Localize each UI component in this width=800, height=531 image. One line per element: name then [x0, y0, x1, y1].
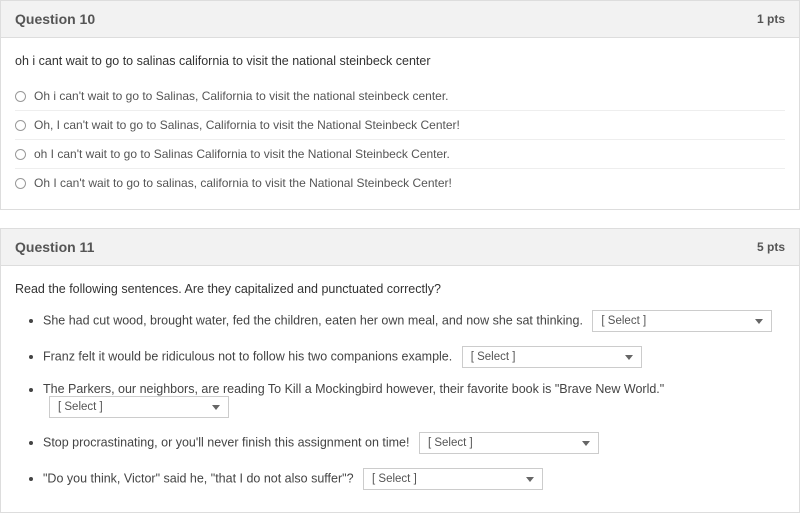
- radio-icon[interactable]: [15, 120, 26, 131]
- option-label: Oh, I can't wait to go to Salinas, Calif…: [34, 118, 460, 132]
- list-item: She had cut wood, brought water, fed the…: [43, 310, 785, 332]
- question-10-title: Question 10: [15, 11, 95, 27]
- question-11-prompt: Read the following sentences. Are they c…: [15, 282, 785, 296]
- option-label: oh I can't wait to go to Salinas Califor…: [34, 147, 450, 161]
- sentence-text: Franz felt it would be ridiculous not to…: [43, 349, 452, 363]
- option-row[interactable]: oh I can't wait to go to Salinas Califor…: [15, 140, 785, 169]
- question-10-header: Question 10 1 pts: [1, 1, 799, 38]
- option-label: Oh i can't wait to go to Salinas, Califo…: [34, 89, 449, 103]
- question-11-title: Question 11: [15, 239, 94, 255]
- option-row[interactable]: Oh, I can't wait to go to Salinas, Calif…: [15, 111, 785, 140]
- list-item: "Do you think, Victor" said he, "that I …: [43, 468, 785, 490]
- option-label: Oh I can't wait to go to salinas, califo…: [34, 176, 452, 190]
- question-11-body: Read the following sentences. Are they c…: [1, 266, 799, 512]
- sentence-text: She had cut wood, brought water, fed the…: [43, 313, 583, 327]
- question-11-points: 5 pts: [757, 240, 785, 254]
- question-10-options: Oh i can't wait to go to Salinas, Califo…: [15, 82, 785, 197]
- question-10-points: 1 pts: [757, 12, 785, 26]
- option-row[interactable]: Oh I can't wait to go to salinas, califo…: [15, 169, 785, 197]
- question-11-card: Question 11 5 pts Read the following sen…: [0, 228, 800, 513]
- select-dropdown[interactable]: [ Select ]: [462, 346, 642, 368]
- sentence-text: Stop procrastinating, or you'll never fi…: [43, 435, 409, 449]
- sentence-text: "Do you think, Victor" said he, "that I …: [43, 471, 354, 485]
- list-item: The Parkers, our neighbors, are reading …: [43, 382, 785, 418]
- question-10-body: oh i cant wait to go to salinas californ…: [1, 38, 799, 209]
- sentence-text: The Parkers, our neighbors, are reading …: [43, 382, 664, 396]
- question-10-card: Question 10 1 pts oh i cant wait to go t…: [0, 0, 800, 210]
- select-dropdown[interactable]: [ Select ]: [592, 310, 772, 332]
- select-dropdown[interactable]: [ Select ]: [419, 432, 599, 454]
- radio-icon[interactable]: [15, 178, 26, 189]
- list-item: Stop procrastinating, or you'll never fi…: [43, 432, 785, 454]
- question-11-items: She had cut wood, brought water, fed the…: [15, 310, 785, 490]
- question-10-prompt: oh i cant wait to go to salinas californ…: [15, 54, 785, 68]
- select-dropdown[interactable]: [ Select ]: [49, 396, 229, 418]
- option-row[interactable]: Oh i can't wait to go to Salinas, Califo…: [15, 82, 785, 111]
- list-item: Franz felt it would be ridiculous not to…: [43, 346, 785, 368]
- select-dropdown[interactable]: [ Select ]: [363, 468, 543, 490]
- radio-icon[interactable]: [15, 91, 26, 102]
- question-11-header: Question 11 5 pts: [1, 229, 799, 266]
- radio-icon[interactable]: [15, 149, 26, 160]
